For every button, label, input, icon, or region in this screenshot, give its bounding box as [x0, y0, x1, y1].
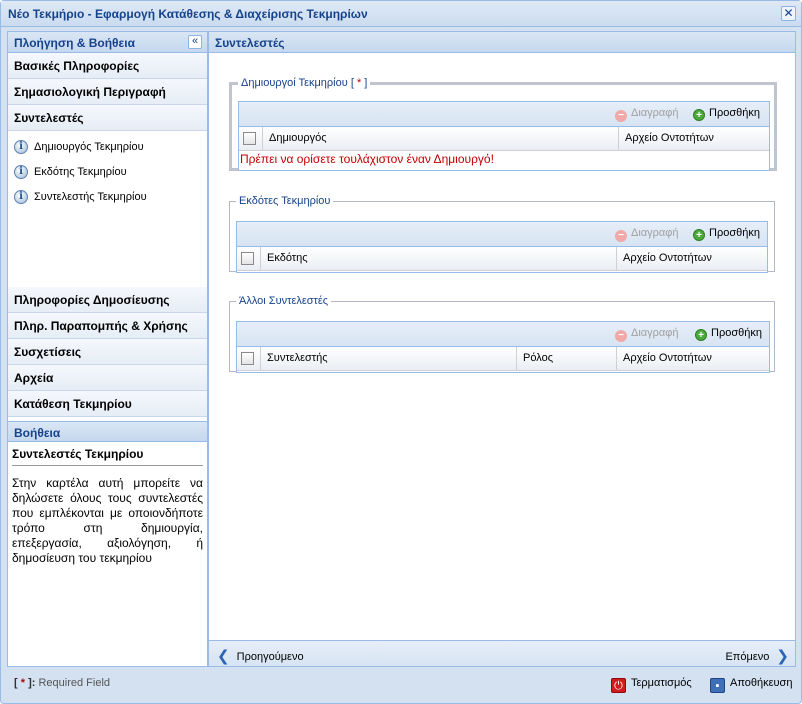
nav-sections-bottom: Πληροφορίες Δημοσίευσης Πληρ. Παραπομπής…: [8, 287, 207, 417]
select-all-column: [237, 247, 261, 270]
window-title: Νέο Τεκμήριο - Εφαρμογή Κατάθεσης & Διαχ…: [8, 7, 368, 21]
select-all-column: [239, 127, 263, 150]
column-header-authority[interactable]: Αρχείο Οντοτήτων: [617, 347, 769, 370]
required-field-note: [ * ]: Required Field: [14, 677, 111, 689]
app-window: Νέο Τεκμήριο - Εφαρμογή Κατάθεσης & Διαχ…: [0, 0, 802, 704]
creators-toolbar: − Διαγραφή + Προσθήκη: [239, 102, 769, 127]
column-header-creator[interactable]: Δημιουργός: [263, 127, 619, 150]
help-content: Συντελεστές Τεκμηρίου Στην καρτέλα αυτή …: [8, 443, 207, 570]
validation-error: Πρέπει να ορίσετε τουλάχιστον έναν Δημιο…: [240, 152, 494, 166]
plus-icon: +: [693, 229, 705, 241]
navigation-title: Πλοήγηση & Βοήθεια: [14, 36, 135, 50]
minus-icon: −: [615, 230, 627, 242]
nav-section-contributors[interactable]: Συντελεστές: [8, 105, 207, 131]
required-marker: *: [356, 77, 362, 89]
nav-section-label: Συσχετίσεις: [14, 345, 82, 359]
minus-icon: −: [615, 330, 627, 342]
nav-section-label: Βασικές Πληροφορίες: [14, 59, 140, 73]
nav-section-files[interactable]: Αρχεία: [8, 365, 207, 391]
contributors-legend: Άλλοι Συντελεστές: [239, 295, 329, 307]
select-all-checkbox[interactable]: [241, 252, 254, 265]
creators-grid: − Διαγραφή + Προσθήκη Δημιουργός Αρχείο Ον…: [238, 101, 770, 171]
info-icon: i: [14, 165, 28, 179]
select-all-checkbox[interactable]: [243, 132, 256, 145]
add-contributor-button[interactable]: + Προσθήκη: [695, 327, 762, 341]
power-icon: ⏻: [611, 678, 626, 693]
nav-section-basic-info[interactable]: Βασικές Πληροφορίες: [8, 53, 207, 79]
nav-item-label: Συντελεστής Τεκμηρίου: [34, 191, 147, 203]
column-header-publisher[interactable]: Εκδότης: [261, 247, 617, 270]
plus-icon: +: [695, 329, 707, 341]
bottom-bar: [ * ]: Required Field ⏻ Τερματισμός ▪ Αποθ…: [1, 671, 801, 699]
delete-creator-button[interactable]: − Διαγραφή: [615, 107, 679, 122]
save-button[interactable]: ▪ Αποθήκευση: [710, 675, 792, 693]
navigation-panel: Πλοήγηση & Βοήθεια « Βασικές Πληροφορίες…: [7, 31, 208, 667]
creators-legend: Δημιουργοί Τεκμηρίου [ * ]: [241, 77, 368, 89]
delete-publisher-button[interactable]: − Διαγραφή: [615, 227, 679, 242]
publishers-grid-header: Εκδότης Αρχείο Οντοτήτων: [237, 247, 767, 271]
nav-item-label: Δημιουργός Τεκμηρίου: [34, 141, 144, 153]
main-title: Συντελεστές: [215, 36, 285, 50]
publishers-fieldset: Εκδότες Τεκμηρίου − Διαγραφή + Προσθήκη Εκ…: [229, 195, 775, 273]
help-header-label: Βοήθεια: [14, 426, 61, 440]
main-panel: Συντελεστές Δημιουργοί Τεκμηρίου [ * ] −…: [208, 31, 796, 667]
select-all-column: [237, 347, 261, 370]
previous-button[interactable]: ❮ Προηγούμενο: [217, 647, 304, 665]
contributors-fieldset: Άλλοι Συντελεστές − Διαγραφή + Προσθήκη Συ…: [229, 295, 775, 373]
nav-section-relations[interactable]: Συσχετίσεις: [8, 339, 207, 365]
select-all-checkbox[interactable]: [241, 352, 254, 365]
nav-section-label: Κατάθεση Τεκμηρίου: [14, 397, 132, 411]
contributors-grid-header: Συντελεστής Ρόλος Αρχείο Οντοτήτων: [237, 347, 769, 371]
column-header-role[interactable]: Ρόλος: [517, 347, 617, 370]
nav-item-label: Εκδότης Τεκμηρίου: [34, 166, 127, 178]
delete-contributor-button[interactable]: − Διαγραφή: [615, 327, 679, 342]
title-bar[interactable]: Νέο Τεκμήριο - Εφαρμογή Κατάθεσης & Διαχ…: [1, 1, 801, 27]
nav-section-semantic-description[interactable]: Σημασιολογική Περιγραφή: [8, 79, 207, 105]
navigation-header: Πλοήγηση & Βοήθεια «: [8, 32, 207, 53]
add-creator-button[interactable]: + Προσθήκη: [693, 107, 760, 121]
nav-section-label: Σημασιολογική Περιγραφή: [14, 85, 166, 99]
nav-section-publication-info[interactable]: Πληροφορίες Δημοσίευσης: [8, 287, 207, 313]
close-button[interactable]: ✕: [781, 6, 796, 21]
chevron-right-icon: ❯: [776, 648, 789, 665]
info-icon: i: [14, 190, 28, 204]
nav-section-label: Πληρ. Παραπομπής & Χρήσης: [14, 319, 188, 333]
nav-section-label: Αρχεία: [14, 371, 54, 385]
help-header[interactable]: Βοήθεια: [8, 421, 207, 442]
nav-section-label: Συντελεστές: [14, 111, 84, 125]
nav-item-publisher[interactable]: i Εκδότης Τεκμηρίου: [8, 160, 207, 185]
floppy-disk-icon: ▪: [710, 678, 725, 693]
nav-section-label: Πληροφορίες Δημοσίευσης: [14, 293, 170, 307]
contributors-grid: − Διαγραφή + Προσθήκη Συντελεστής Ρόλος Αρ…: [236, 321, 770, 373]
contributors-toolbar: − Διαγραφή + Προσθήκη: [237, 322, 769, 347]
terminate-button[interactable]: ⏻ Τερματισμός: [611, 675, 692, 693]
next-button[interactable]: Επόμενο ❯: [725, 647, 789, 665]
add-publisher-button[interactable]: + Προσθήκη: [693, 227, 760, 241]
plus-icon: +: [693, 109, 705, 121]
creators-grid-header: Δημιουργός Αρχείο Οντοτήτων: [239, 127, 769, 151]
info-icon: i: [14, 140, 28, 154]
main-header: Συντελεστές: [209, 32, 795, 53]
column-header-contributor[interactable]: Συντελεστής: [261, 347, 517, 370]
publishers-toolbar: − Διαγραφή + Προσθήκη: [237, 222, 767, 247]
column-header-authority[interactable]: Αρχείο Οντοτήτων: [619, 127, 769, 150]
publishers-grid: − Διαγραφή + Προσθήκη Εκδότης Αρχείο Οντοτ…: [236, 221, 768, 273]
minus-icon: −: [615, 110, 627, 122]
help-text: Στην καρτέλα αυτή μπορείτε να δηλώσετε ό…: [12, 476, 203, 565]
help-title: Συντελεστές Τεκμηρίου: [12, 447, 203, 466]
nav-item-contributor[interactable]: i Συντελεστής Τεκμηρίου: [8, 185, 207, 210]
nav-item-creator[interactable]: i Δημιουργός Τεκμηρίου: [8, 135, 207, 160]
creators-fieldset: Δημιουργοί Τεκμηρίου [ * ] − Διαγραφή + Πρ…: [229, 77, 777, 171]
nav-section-submission[interactable]: Κατάθεση Τεκμηρίου: [8, 391, 207, 417]
chevron-left-icon: ❮: [217, 648, 230, 665]
collapse-panel-button[interactable]: «: [188, 35, 202, 49]
nav-section-citation-usage[interactable]: Πληρ. Παραπομπής & Χρήσης: [8, 313, 207, 339]
publishers-legend: Εκδότες Τεκμηρίου: [239, 195, 331, 207]
column-header-authority[interactable]: Αρχείο Οντοτήτων: [617, 247, 767, 270]
wizard-footer: ❮ Προηγούμενο Επόμενο ❯: [209, 640, 795, 666]
